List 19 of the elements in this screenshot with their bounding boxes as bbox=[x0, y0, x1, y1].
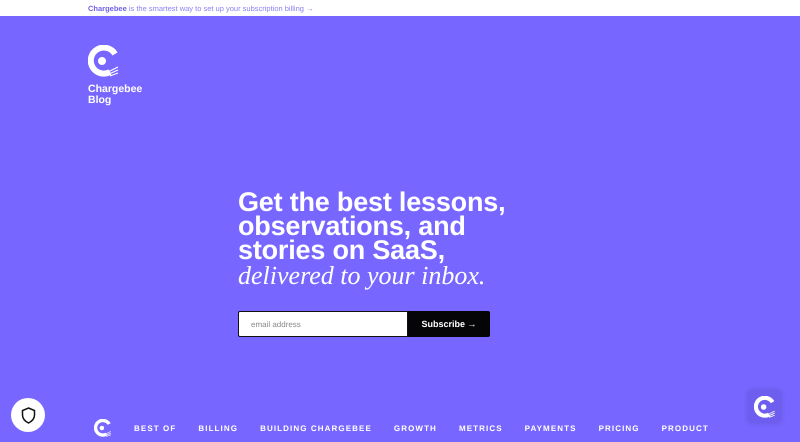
nav-link[interactable]: METRICS bbox=[458, 424, 503, 432]
nav-link[interactable]: BILLING bbox=[198, 424, 238, 432]
email-field[interactable]: email address bbox=[238, 311, 408, 337]
subscribe-button[interactable]: Subscribe → bbox=[408, 311, 490, 337]
tagline: delivered to your inbox. bbox=[238, 262, 486, 290]
nav-link[interactable]: BUILDING CHARGEBEE bbox=[260, 424, 372, 432]
logo-icon bbox=[94, 419, 112, 437]
headline: Get the best lessons, observations, and stories on SaaS, bbox=[238, 190, 506, 262]
logo-icon bbox=[88, 45, 120, 77]
brand-name: Chargebee Blog bbox=[88, 84, 144, 106]
privacy-button[interactable] bbox=[11, 398, 45, 432]
chat-button[interactable] bbox=[748, 390, 781, 423]
logo-icon bbox=[754, 396, 776, 418]
nav-link[interactable]: BEST OF bbox=[134, 424, 176, 432]
shield-icon bbox=[20, 406, 36, 424]
nav-link[interactable]: PAYMENTS bbox=[524, 424, 577, 432]
nav-link[interactable]: PRICING bbox=[598, 424, 640, 432]
nav-link[interactable]: GROWTH bbox=[394, 424, 437, 432]
nav-link[interactable]: PRODUCT bbox=[662, 424, 709, 432]
